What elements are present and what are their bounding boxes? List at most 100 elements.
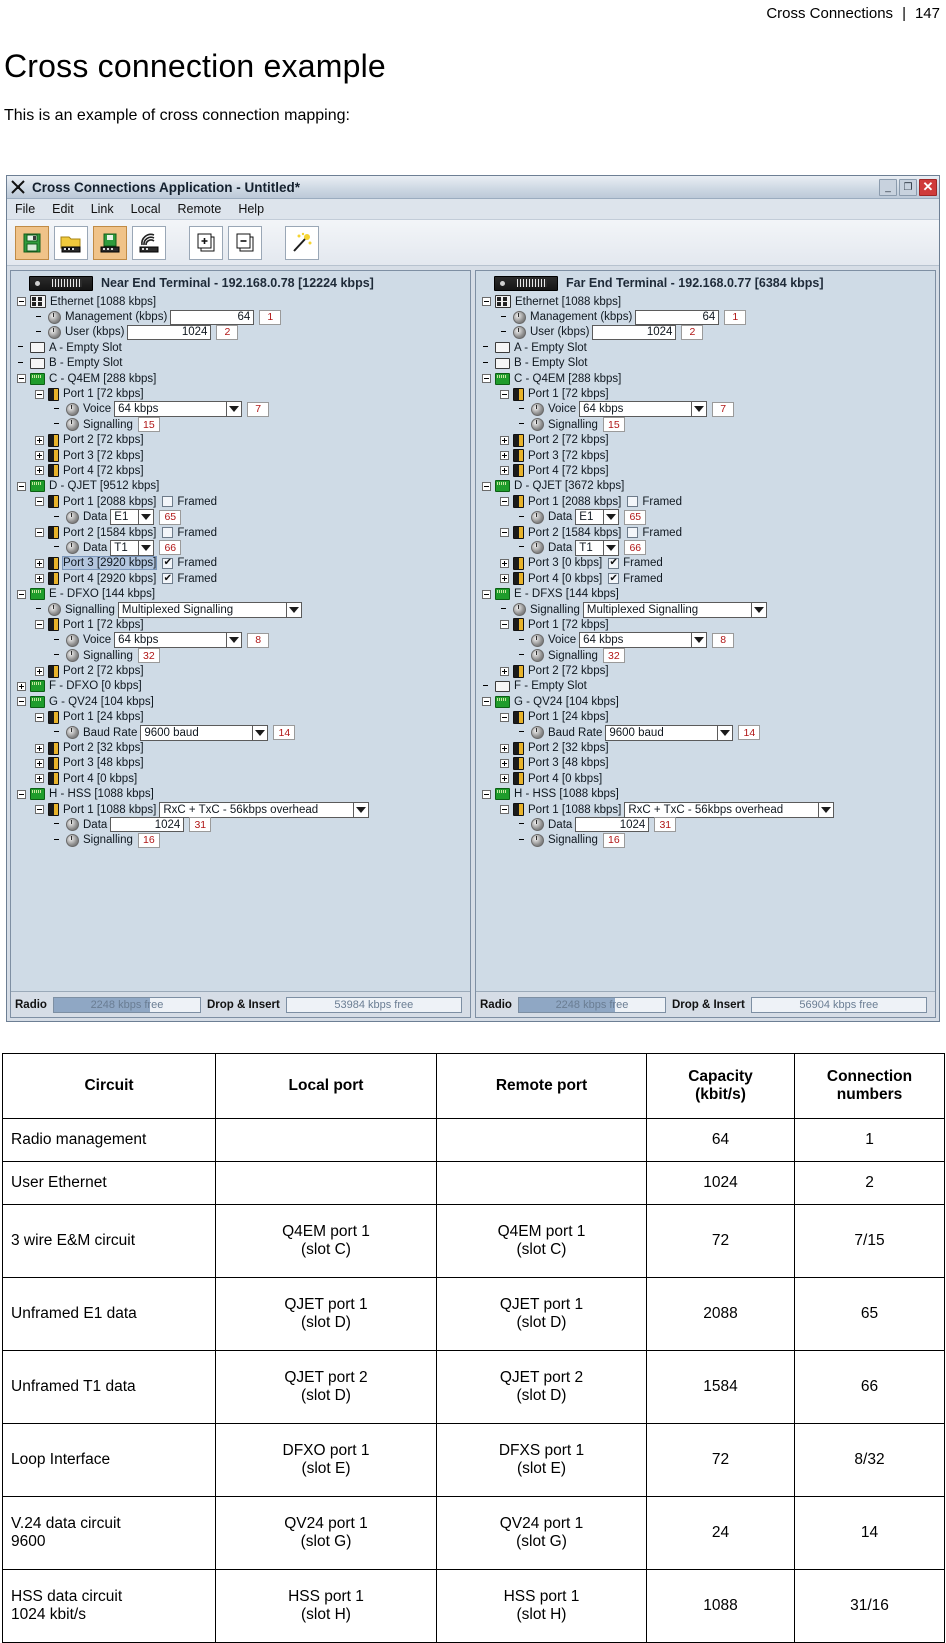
tree-row[interactable]: User (kbps) 1024 2 [476, 324, 935, 340]
tree-row[interactable]: Port 3 [72 kbps] [11, 448, 470, 463]
collapse-icon[interactable] [500, 620, 509, 630]
chevron-down-icon[interactable] [603, 539, 620, 556]
tree-row[interactable]: H - HSS [1088 kbps] [476, 787, 935, 802]
expand-icon[interactable] [500, 435, 509, 445]
expand-icon[interactable] [500, 774, 509, 784]
tree-row[interactable]: Signalling Multiplexed Signalling [476, 601, 935, 618]
collapse-icon[interactable] [482, 481, 491, 491]
tree-row[interactable]: A - Empty Slot [11, 340, 470, 355]
dropdown-select[interactable]: T1 [575, 539, 620, 556]
framed-checkbox[interactable]: ✔ [162, 573, 174, 585]
collapse-icon[interactable] [500, 497, 509, 507]
collapse-icon[interactable] [482, 789, 491, 799]
tree-row[interactable]: Data 1024 31 [476, 817, 935, 833]
dropdown-select[interactable]: T1 [110, 539, 155, 556]
tree-row[interactable]: Signalling 16 [476, 832, 935, 848]
tree-row[interactable]: E - DFXS [144 kbps] [476, 586, 935, 601]
tree-row[interactable]: Signalling 16 [11, 832, 470, 848]
tree-row[interactable]: Port 2 [72 kbps] [11, 433, 470, 448]
upload-terminal-button[interactable] [93, 225, 127, 260]
wizard-button[interactable] [285, 225, 319, 260]
expand-icon[interactable] [35, 451, 44, 461]
tree-row[interactable]: Port 3 [48 kbps] [11, 756, 470, 771]
tree-row[interactable]: Port 3 [72 kbps] [476, 448, 935, 463]
dropdown-value[interactable]: 9600 baud [140, 724, 253, 741]
tree-row[interactable]: Port 2 [72 kbps] [476, 663, 935, 678]
dropdown-select[interactable]: 64 kbps [579, 632, 708, 649]
chevron-down-icon[interactable] [226, 401, 243, 418]
collapse-icon[interactable] [35, 497, 44, 507]
expand-icon[interactable] [35, 558, 44, 568]
expand-icon[interactable] [35, 666, 44, 676]
tree-row[interactable]: Management (kbps) 64 1 [476, 309, 935, 325]
tree-row[interactable]: Signalling 32 [476, 648, 935, 664]
menu-local[interactable]: Local [131, 202, 161, 216]
collapse-icon[interactable] [17, 297, 26, 307]
expand-icon[interactable] [35, 774, 44, 784]
dropdown-select[interactable]: Multiplexed Signalling [582, 601, 767, 618]
expand-icon[interactable] [35, 574, 44, 584]
tree-row[interactable]: Voice 64 kbps 7 [476, 401, 935, 418]
expand-icon[interactable] [500, 758, 509, 768]
value-input[interactable]: 1024 [575, 817, 650, 833]
tree-row[interactable]: Port 2 [1584 kbps] Framed [476, 525, 935, 540]
tree-row[interactable]: Port 2 [32 kbps] [476, 740, 935, 755]
expand-icon[interactable] [500, 451, 509, 461]
framed-checkbox[interactable]: ✔ [608, 557, 620, 569]
framed-checkbox[interactable] [162, 496, 174, 508]
collapse-icon[interactable] [500, 528, 509, 538]
dropdown-value[interactable]: E1 [575, 509, 604, 526]
chevron-down-icon[interactable] [691, 632, 708, 649]
tree-row[interactable]: Voice 64 kbps 8 [476, 632, 935, 649]
chevron-down-icon[interactable] [691, 401, 708, 418]
collapse-icon[interactable] [17, 697, 26, 707]
tree-row[interactable]: Baud Rate 9600 baud 14 [11, 724, 470, 741]
framed-checkbox[interactable] [162, 527, 174, 539]
collapse-icon[interactable] [17, 589, 26, 599]
save-button[interactable] [15, 225, 49, 260]
expand-icon[interactable] [35, 435, 44, 445]
tree-row[interactable]: Port 1 [2088 kbps] Framed [11, 494, 470, 509]
dropdown-select[interactable]: 9600 baud [140, 724, 269, 741]
tree-row[interactable]: Port 2 [72 kbps] [11, 663, 470, 678]
tree-row[interactable]: H - HSS [1088 kbps] [11, 787, 470, 802]
chevron-down-icon[interactable] [138, 539, 155, 556]
near-end-tree[interactable]: Ethernet [1088 kbps] Management (kbps) 64 1… [11, 293, 470, 991]
dropdown-select[interactable]: Multiplexed Signalling [117, 601, 302, 618]
collapse-icon[interactable] [482, 589, 491, 599]
tree-row[interactable]: Ethernet [1088 kbps] [11, 294, 470, 309]
tree-row[interactable]: C - Q4EM [288 kbps] [11, 371, 470, 386]
tree-row[interactable]: Data T1 66 [11, 539, 470, 556]
tree-row[interactable]: Data T1 66 [476, 539, 935, 556]
collapse-icon[interactable] [35, 712, 44, 722]
tree-row[interactable]: Data E1 65 [476, 509, 935, 526]
collapse-icon[interactable] [482, 374, 491, 384]
tree-row[interactable]: C - Q4EM [288 kbps] [476, 371, 935, 386]
tree-row[interactable]: Data E1 65 [11, 509, 470, 526]
framed-checkbox[interactable]: ✔ [162, 557, 174, 569]
menu-remote[interactable]: Remote [178, 202, 222, 216]
tree-row[interactable]: Voice 64 kbps 8 [11, 632, 470, 649]
tree-row[interactable]: Port 4 [72 kbps] [476, 463, 935, 478]
value-input[interactable]: 64 [170, 309, 255, 325]
dropdown-select[interactable]: RxC + TxC - 56kbps overhead [624, 801, 835, 818]
tree-row[interactable]: B - Empty Slot [11, 356, 470, 371]
dropdown-select[interactable]: 64 kbps [579, 401, 708, 418]
tree-row[interactable]: Port 1 [72 kbps] [476, 617, 935, 632]
value-input[interactable]: 64 [635, 309, 720, 325]
tree-row[interactable]: Port 2 [32 kbps] [11, 740, 470, 755]
chevron-down-icon[interactable] [717, 724, 734, 741]
minimize-button[interactable]: _ [879, 178, 897, 196]
tree-row[interactable]: D - QJET [3672 kbps] [476, 479, 935, 494]
open-button[interactable] [54, 225, 88, 260]
tree-row[interactable]: Port 1 [24 kbps] [11, 710, 470, 725]
tree-row[interactable]: Port 1 [1088 kbps] RxC + TxC - 56kbps ove… [476, 801, 935, 818]
menu-help[interactable]: Help [238, 202, 264, 216]
tree-row[interactable]: Port 1 [72 kbps] [11, 386, 470, 401]
tree-row[interactable]: A - Empty Slot [476, 340, 935, 355]
menu-edit[interactable]: Edit [52, 202, 74, 216]
tree-row[interactable]: Signalling 15 [476, 417, 935, 433]
dropdown-value[interactable]: 64 kbps [579, 401, 692, 418]
tree-row[interactable]: B - Empty Slot [476, 356, 935, 371]
tree-row[interactable]: Port 4 [72 kbps] [11, 463, 470, 478]
